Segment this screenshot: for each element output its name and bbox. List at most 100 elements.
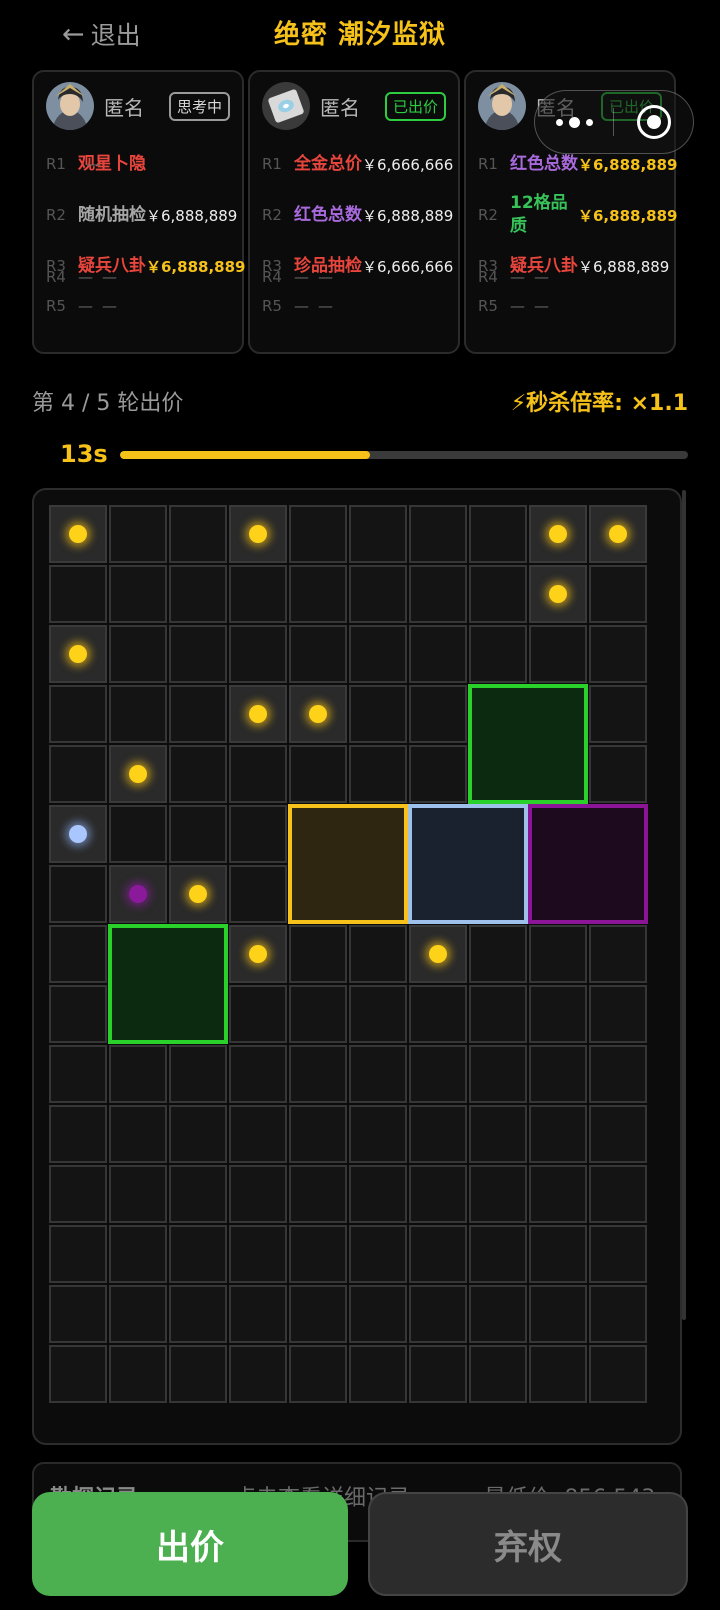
grid-cell[interactable] [169,1105,227,1163]
grid-cell-explored[interactable] [229,505,287,563]
grid-cell[interactable] [469,1225,527,1283]
grid-cell[interactable] [109,1225,167,1283]
grid-cell[interactable] [169,1285,227,1343]
grid-cell[interactable] [469,625,527,683]
grid-cell[interactable] [409,1165,467,1223]
grid-cell[interactable] [169,505,227,563]
grid-cell[interactable] [409,505,467,563]
grid-cell[interactable] [529,925,587,983]
grid-cell[interactable] [409,685,467,743]
grid-cell[interactable] [289,1105,347,1163]
grid-cell[interactable] [229,1225,287,1283]
grid-cell[interactable] [169,1165,227,1223]
grid-cell[interactable] [349,685,407,743]
grid-cell[interactable] [349,505,407,563]
grid-cell[interactable] [229,985,287,1043]
grid-cell[interactable] [349,745,407,803]
grid-cell[interactable] [109,1165,167,1223]
grid-cell[interactable] [469,1165,527,1223]
grid-cell[interactable] [349,1105,407,1163]
grid-cell[interactable] [349,625,407,683]
grid-cell[interactable] [529,1105,587,1163]
grid-cell[interactable] [289,1285,347,1343]
abstain-button[interactable]: 弃权 [368,1492,688,1596]
grid-cell[interactable] [349,565,407,623]
grid-cell[interactable] [169,745,227,803]
grid-cell[interactable] [469,1105,527,1163]
grid-cell[interactable] [349,1285,407,1343]
grid-cell[interactable] [109,1345,167,1403]
grid-cell[interactable] [289,1345,347,1403]
grid-cell[interactable] [589,925,647,983]
grid-cell[interactable] [589,1285,647,1343]
close-miniprogram-icon[interactable] [614,105,693,139]
grid-cell[interactable] [469,925,527,983]
grid-cell[interactable] [529,1225,587,1283]
grid-cell[interactable] [409,1345,467,1403]
grid-cell[interactable] [349,925,407,983]
grid-cell[interactable] [109,1045,167,1103]
grid-cell[interactable] [289,565,347,623]
grid-cell[interactable] [349,1345,407,1403]
grid-cell[interactable] [49,1045,107,1103]
grid-cell[interactable] [589,1345,647,1403]
grid-cell[interactable] [469,1345,527,1403]
revealed-item-green[interactable] [468,684,588,804]
grid-cell[interactable] [169,1045,227,1103]
revealed-item-yellow[interactable] [288,804,408,924]
grid-scrollbar[interactable] [682,490,686,1320]
grid-cell[interactable] [49,1105,107,1163]
revealed-item-purple[interactable] [528,804,648,924]
grid-cell[interactable] [409,1105,467,1163]
grid-cell[interactable] [529,1285,587,1343]
grid-cell[interactable] [529,1345,587,1403]
grid-cell[interactable] [169,565,227,623]
grid-cell[interactable] [469,1285,527,1343]
grid-cell[interactable] [289,985,347,1043]
grid-cell[interactable] [49,865,107,923]
grid-cell-explored[interactable] [49,505,107,563]
grid-cell[interactable] [529,985,587,1043]
grid-cell[interactable] [229,1105,287,1163]
grid-cell[interactable] [169,1225,227,1283]
grid-cell[interactable] [289,1225,347,1283]
grid-cell[interactable] [169,1345,227,1403]
grid-cell-explored[interactable] [289,685,347,743]
grid-cell[interactable] [49,745,107,803]
grid-cell[interactable] [229,1165,287,1223]
grid-cell[interactable] [109,805,167,863]
grid-cell[interactable] [289,745,347,803]
grid-cell[interactable] [409,1225,467,1283]
grid-cell[interactable] [49,1165,107,1223]
grid-cell[interactable] [409,985,467,1043]
grid-cell[interactable] [589,625,647,683]
grid-cell[interactable] [49,985,107,1043]
grid-cell[interactable] [229,865,287,923]
grid-cell[interactable] [469,505,527,563]
grid-cell[interactable] [109,565,167,623]
grid-cell[interactable] [589,1045,647,1103]
grid-cell[interactable] [49,1225,107,1283]
grid-cell[interactable] [109,505,167,563]
grid-cell-explored[interactable] [589,505,647,563]
grid-cell[interactable] [49,1345,107,1403]
grid-cell[interactable] [409,1045,467,1103]
grid-cell[interactable] [589,565,647,623]
grid-cell[interactable] [49,1285,107,1343]
grid-cell-explored[interactable] [229,685,287,743]
grid-cell[interactable] [109,1105,167,1163]
grid-cell[interactable] [589,745,647,803]
grid-cell-explored[interactable] [169,865,227,923]
grid-cell[interactable] [589,1225,647,1283]
grid-cell[interactable] [469,565,527,623]
grid-cell[interactable] [409,1285,467,1343]
grid-cell[interactable] [529,625,587,683]
bid-button[interactable]: 出价 [32,1492,348,1596]
grid-cell[interactable] [229,1345,287,1403]
grid-cell[interactable] [349,985,407,1043]
grid-cell[interactable] [349,1165,407,1223]
grid-cell[interactable] [529,1165,587,1223]
more-icon[interactable] [535,116,613,128]
grid-cell[interactable] [49,565,107,623]
grid-cell[interactable] [589,685,647,743]
